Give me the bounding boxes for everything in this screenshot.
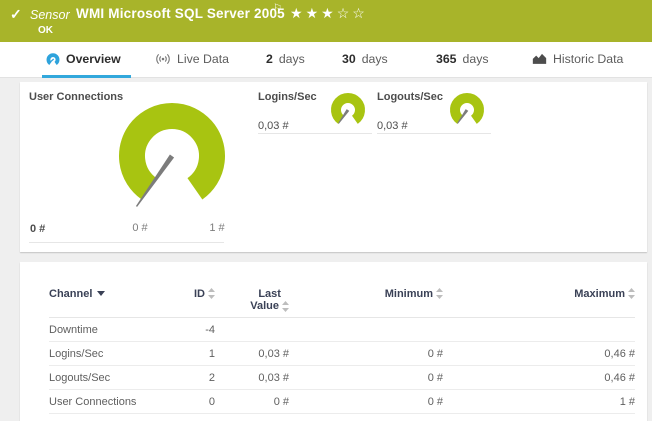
gauge-title: User Connections (29, 91, 123, 103)
column-header-minimum[interactable]: Minimum (289, 288, 443, 300)
star-filled-icon[interactable]: ★ (290, 5, 306, 21)
channel-name[interactable]: Logins/Sec (49, 348, 189, 360)
column-label: Maximum (574, 288, 625, 300)
column-label: Channel (49, 288, 92, 300)
channel-min: 0 # (289, 348, 443, 360)
gauge-scale-min: 0 # (120, 222, 160, 234)
channel-name[interactable]: User Connections (49, 396, 189, 408)
tab-bar: Overview Live Data 2 days 30 days (0, 42, 652, 78)
flag-icon: ⚐ (273, 3, 282, 14)
channel-min: 0 # (289, 396, 443, 408)
sensor-status-badge: OK (38, 25, 53, 36)
column-header-id[interactable]: ID (189, 288, 215, 300)
channel-id: 1 (189, 348, 215, 360)
channel-id: 2 (189, 372, 215, 384)
column-label: ID (194, 288, 205, 300)
divider (29, 242, 224, 243)
tab-label: Overview (66, 52, 121, 66)
gauge-icon (46, 52, 60, 66)
gauge-current-value: 0 # (30, 223, 45, 235)
table-row[interactable]: Logouts/Sec 2 0,03 # 0 # 0,46 # (49, 366, 635, 390)
tab-365-days[interactable]: 365 days (432, 42, 499, 78)
status-check-icon: ✓ (10, 6, 22, 23)
column-label: Value (250, 300, 279, 312)
tab-2-days[interactable]: 2 days (262, 42, 315, 78)
sort-updown-icon (208, 288, 215, 299)
channel-table: Channel ID Last Value (49, 288, 635, 414)
gauge-title: Logouts/Sec (377, 91, 443, 103)
channel-id: -4 (189, 324, 215, 336)
channel-last: 0 # (215, 396, 289, 408)
column-header-channel[interactable]: Channel (49, 288, 189, 300)
table-row[interactable]: Downtime -4 (49, 318, 635, 342)
channel-max: 1 # (443, 396, 635, 408)
gauge-current-value: 0,03 # (377, 120, 408, 132)
channel-min: 0 # (289, 372, 443, 384)
sort-updown-icon (628, 288, 635, 299)
logins-gauge (328, 92, 368, 128)
tab-historic-data[interactable]: Historic Data (528, 42, 633, 78)
star-filled-icon[interactable]: ★ (306, 5, 322, 21)
object-kind-label: Sensor (30, 8, 70, 22)
table-header-row: Channel ID Last Value (49, 288, 635, 318)
table-row[interactable]: Logins/Sec 1 0,03 # 0 # 0,46 # (49, 342, 635, 366)
logouts-gauge (447, 92, 487, 128)
channel-name[interactable]: Logouts/Sec (49, 372, 189, 384)
channel-last: 0,03 # (215, 348, 289, 360)
gauge-scale-max: 1 # (197, 222, 237, 234)
tab-day-number: 2 (266, 52, 273, 66)
gauge-current-value: 0,03 # (258, 120, 289, 132)
divider (258, 133, 372, 134)
channel-table-panel: Channel ID Last Value (20, 262, 647, 421)
sort-caret-down-icon (97, 291, 105, 296)
sort-updown-icon (436, 288, 443, 299)
priority-stars[interactable]: ★★★☆☆ (290, 5, 368, 22)
column-label: Minimum (385, 288, 433, 300)
channel-id: 0 (189, 396, 215, 408)
tab-label: Live Data (177, 52, 229, 66)
gauges-panel: User Connections 0 # 1 # 0 # Logins/Sec (20, 82, 647, 252)
gauge-title: Logins/Sec (258, 91, 317, 103)
sensor-header: ✓ Sensor WMI Microsoft SQL Server 2005 ⚐… (0, 0, 652, 42)
tab-day-unit: days (362, 52, 388, 66)
star-empty-icon[interactable]: ☆ (352, 5, 368, 21)
tab-30-days[interactable]: 30 days (338, 42, 398, 78)
prtg-sensor-page: ✓ Sensor WMI Microsoft SQL Server 2005 ⚐… (0, 0, 652, 421)
channel-max: 0,46 # (443, 372, 635, 384)
sort-updown-icon (282, 301, 289, 312)
column-header-last-value[interactable]: Last Value (215, 288, 289, 312)
tab-live-data[interactable]: Live Data (151, 42, 239, 78)
tab-label: Historic Data (553, 52, 623, 66)
logins-gauge-tile: Logins/Sec 0,03 # (258, 82, 373, 142)
user-connections-gauge (112, 96, 232, 210)
sensor-title: WMI Microsoft SQL Server 2005 (76, 6, 285, 21)
column-header-maximum[interactable]: Maximum (443, 288, 635, 300)
tab-day-unit: days (279, 52, 305, 66)
logouts-gauge-tile: Logouts/Sec 0,03 # (377, 82, 492, 142)
channel-last: 0,03 # (215, 372, 289, 384)
channel-max: 0,46 # (443, 348, 635, 360)
tab-day-number: 30 (342, 52, 356, 66)
channel-name[interactable]: Downtime (49, 324, 189, 336)
table-row[interactable]: User Connections 0 0 # 0 # 1 # (49, 390, 635, 414)
tab-overview[interactable]: Overview (42, 42, 131, 78)
star-filled-icon[interactable]: ★ (321, 5, 337, 21)
star-empty-icon[interactable]: ☆ (337, 5, 353, 21)
column-label: Last (258, 288, 281, 300)
tab-day-unit: days (463, 52, 489, 66)
live-signal-icon (155, 52, 171, 66)
tab-day-number: 365 (436, 52, 457, 66)
historic-chart-icon (532, 52, 547, 65)
divider (377, 133, 491, 134)
